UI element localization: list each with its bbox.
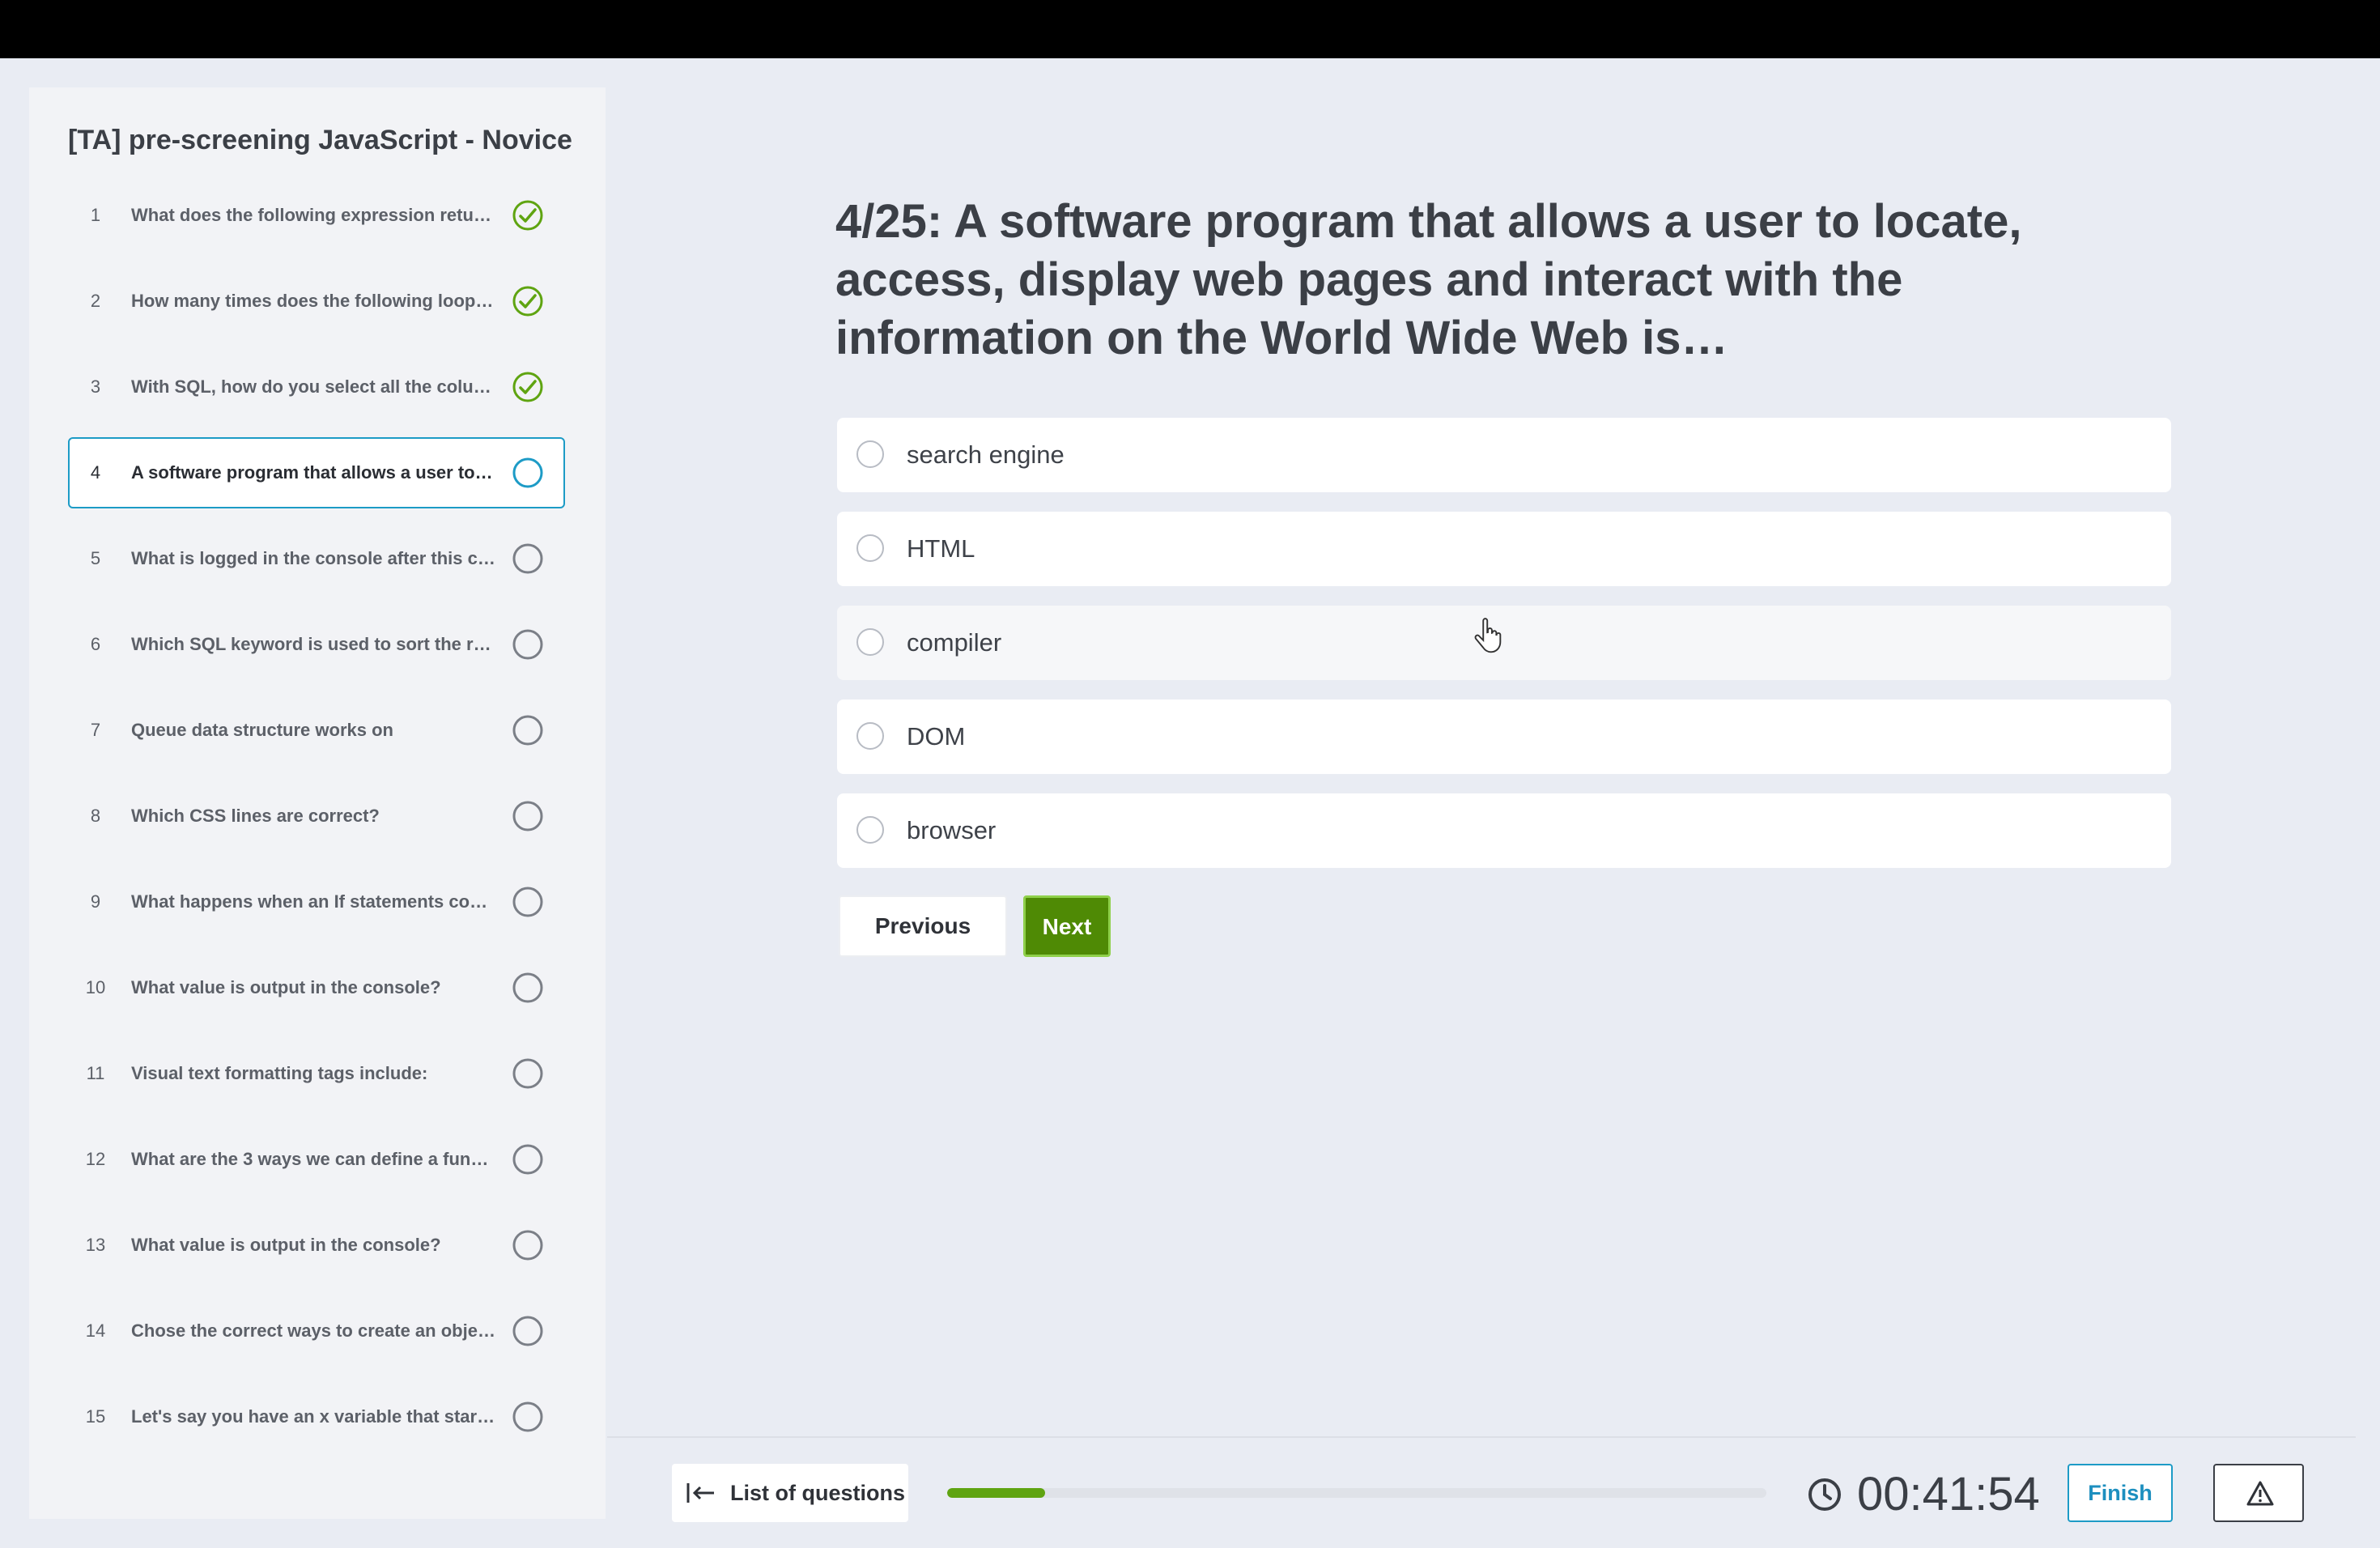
report-issue-button[interactable]: [2213, 1464, 2304, 1522]
radio-button[interactable]: [856, 628, 884, 656]
answer-option-label: compiler: [907, 628, 1002, 657]
question-number: 15: [85, 1406, 106, 1427]
question-summary: What value is output in the console?: [131, 977, 441, 997]
question-list-item[interactable]: 5 What is logged in the console after thi…: [68, 523, 565, 594]
question-list-item[interactable]: 6 Which SQL keyword is used to sort the r…: [68, 609, 565, 680]
question-list-item[interactable]: 8 Which CSS lines are correct?: [68, 780, 565, 852]
question-sidebar: [TA] pre-screening JavaScript - Novice 1…: [29, 87, 606, 1519]
empty-circle-icon: [512, 715, 543, 746]
top-bar: [0, 0, 2380, 58]
progress-fill: [947, 1488, 1046, 1498]
answer-option[interactable]: search engine: [837, 418, 2171, 492]
question-summary: What happens when an If statements condi…: [131, 891, 497, 912]
empty-circle-icon: [512, 629, 543, 660]
question-list-item[interactable]: 2 How many times does the following loop …: [68, 266, 565, 337]
question-summary: Which SQL keyword is used to sort the re…: [131, 634, 497, 654]
question-summary: A software program that allows a user to…: [131, 462, 497, 483]
question-summary: Chose the correct ways to create an obje…: [131, 1320, 497, 1341]
question-summary: Visual text formatting tags include:: [131, 1063, 428, 1083]
question-number: 2: [90, 291, 101, 311]
assessment-title: [TA] pre-screening JavaScript - Novice: [68, 125, 572, 155]
question-summary: What value is output in the console?: [131, 1235, 441, 1255]
question-number: 8: [90, 806, 101, 826]
clock-icon: [1808, 1478, 1841, 1511]
question-summary: What are the 3 ways we can define a func…: [131, 1149, 497, 1169]
question-summary: Let's say you have an x variable that st…: [131, 1406, 497, 1427]
question-list-item[interactable]: 15 Let's say you have an x variable that …: [68, 1381, 565, 1452]
answer-option[interactable]: DOM: [837, 700, 2171, 774]
answer-option-label: search engine: [907, 440, 1065, 469]
question-number: 5: [90, 548, 101, 568]
answer-option-label: DOM: [907, 722, 966, 751]
radio-button[interactable]: [856, 534, 884, 562]
question-number: 14: [85, 1320, 106, 1341]
empty-circle-icon: [512, 1316, 543, 1346]
previous-button[interactable]: Previous: [839, 895, 1007, 957]
question-number: 11: [86, 1063, 105, 1083]
question-number: 12: [85, 1149, 106, 1169]
answer-option[interactable]: HTML: [837, 512, 2171, 586]
list-of-questions-button[interactable]: List of questions: [672, 1464, 908, 1522]
question-summary: How many times does the following loop e…: [131, 291, 497, 311]
question-list-item[interactable]: 7 Queue data structure works on: [68, 695, 565, 766]
question-number: 7: [90, 720, 101, 740]
answer-option-label: browser: [907, 816, 997, 844]
empty-circle-icon: [512, 1401, 543, 1432]
empty-circle-icon: [512, 887, 543, 917]
question-list-item[interactable]: 1 What does the following expression retu…: [68, 180, 565, 251]
empty-circle-icon: [512, 972, 543, 1003]
question-number: 10: [85, 977, 106, 997]
collapse-left-icon: [686, 1483, 714, 1503]
empty-circle-icon: [512, 1144, 543, 1175]
hand-cursor-icon: [1474, 618, 1502, 653]
question-summary: With SQL, how do you select all the colu…: [131, 376, 497, 397]
empty-circle-icon: [512, 801, 543, 831]
question-summary: What is logged in the console after this…: [131, 548, 497, 568]
check-circle-icon: [512, 286, 543, 317]
question-number: 9: [90, 891, 101, 912]
progress-bar: [947, 1488, 1766, 1498]
question-number: 1: [90, 205, 101, 225]
question-summary: What does the following expression retur…: [131, 205, 497, 225]
question-list-item[interactable]: 14 Chose the correct ways to create an ob…: [68, 1295, 565, 1367]
question-list-item[interactable]: 10 What value is output in the console?: [68, 952, 565, 1023]
question-list-item[interactable]: 13 What value is output in the console?: [68, 1210, 565, 1281]
question-list-item[interactable]: 4 A software program that allows a user t…: [68, 437, 565, 508]
question-list-item[interactable]: 3 With SQL, how do you select all the col…: [68, 351, 565, 423]
check-circle-icon: [512, 200, 543, 231]
answer-option[interactable]: compiler: [837, 606, 2171, 680]
question-list-item[interactable]: 11 Visual text formatting tags include:: [68, 1038, 565, 1109]
question-list-item[interactable]: 9 What happens when an If statements cond…: [68, 866, 565, 938]
question-number: 3: [90, 376, 101, 397]
list-of-questions-label: List of questions: [730, 1481, 905, 1505]
timer: 00:41:54: [1857, 1468, 2040, 1520]
empty-circle-icon: [512, 1230, 543, 1261]
answer-option-label: HTML: [907, 534, 975, 563]
question-summary: Which CSS lines are correct?: [131, 806, 380, 826]
question-list-item[interactable]: 12 What are the 3 ways we can define a fu…: [68, 1124, 565, 1195]
radio-button[interactable]: [856, 440, 884, 468]
warning-icon: [2246, 1481, 2274, 1506]
footer-divider: [607, 1436, 2356, 1438]
answer-option[interactable]: browser: [837, 793, 2171, 868]
current-circle-icon: [512, 457, 543, 488]
empty-circle-icon: [512, 543, 543, 574]
question-number: 4: [90, 462, 101, 483]
radio-button[interactable]: [856, 722, 884, 750]
question-title: 4/25: A software program that allows a u…: [835, 195, 2022, 364]
question-number: 13: [85, 1235, 106, 1255]
next-button[interactable]: Next: [1023, 895, 1111, 957]
question-summary: Queue data structure works on: [131, 720, 393, 740]
finish-button[interactable]: Finish: [2068, 1464, 2173, 1522]
question-number: 6: [90, 634, 101, 654]
radio-button[interactable]: [856, 816, 884, 844]
check-circle-icon: [512, 372, 543, 402]
empty-circle-icon: [512, 1058, 543, 1089]
